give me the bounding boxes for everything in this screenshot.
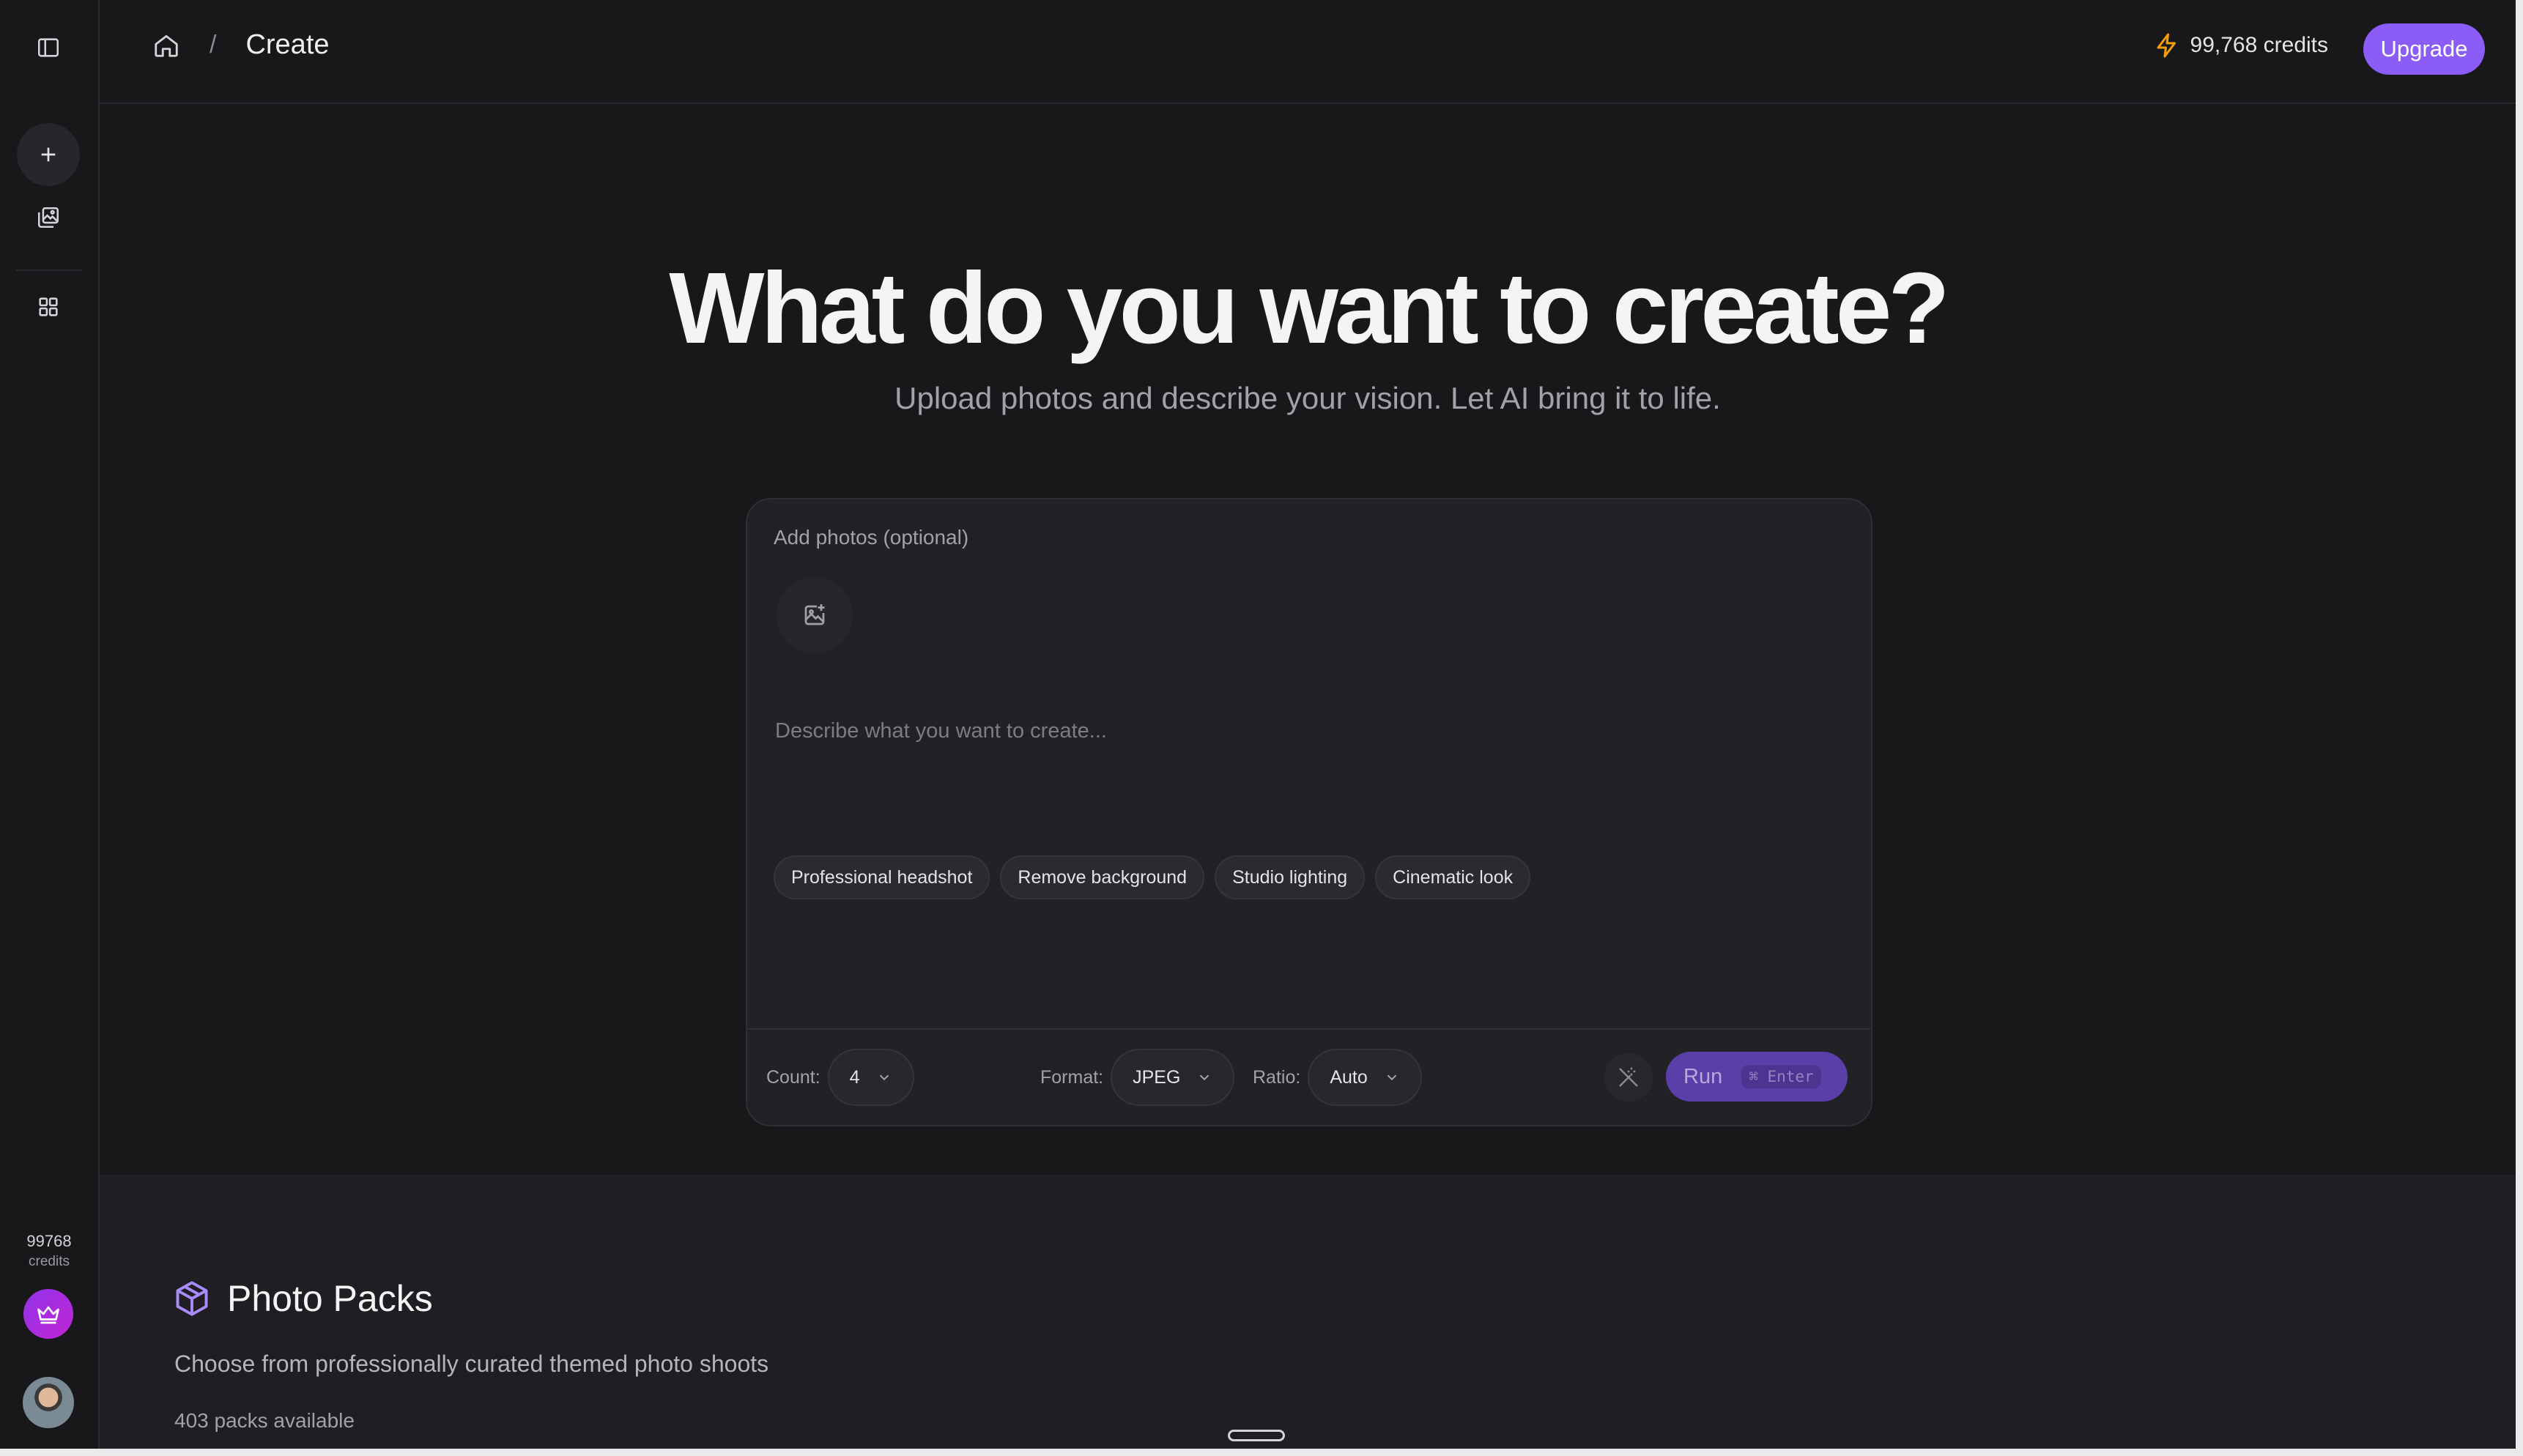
chip-cinematic-look[interactable]: Cinematic look <box>1375 855 1531 899</box>
run-shortcut: ⌘ Enter <box>1741 1065 1821 1088</box>
sidebar-toggle-button[interactable] <box>17 16 80 79</box>
format-label: Format: <box>1040 1066 1104 1088</box>
breadcrumb: / Create <box>152 29 330 61</box>
count-label: Count: <box>766 1066 820 1088</box>
home-icon[interactable] <box>152 31 180 59</box>
chip-studio-lighting[interactable]: Studio lighting <box>1215 855 1366 899</box>
chevron-down-icon <box>1200 1074 1209 1081</box>
ratio-value: Auto <box>1330 1066 1368 1088</box>
composer-footer: Count: 4 Format: JPEG Ratio: Auto Run ⌘ … <box>747 1028 1871 1125</box>
page-title: What do you want to create? <box>669 252 1949 365</box>
photo-packs-subtitle: Choose from professionally curated theme… <box>174 1351 769 1377</box>
main-content: What do you want to create? Upload photo… <box>100 104 2516 1175</box>
ratio-select[interactable]: Auto <box>1308 1049 1422 1106</box>
format-option: Format: JPEG <box>1040 1049 1235 1106</box>
images-icon <box>37 207 59 229</box>
count-select[interactable]: 4 <box>827 1049 914 1106</box>
package-icon <box>176 1281 208 1316</box>
lightning-icon <box>2157 33 2176 58</box>
gallery-button[interactable] <box>17 186 80 249</box>
credits-display[interactable]: 99,768 credits <box>2154 32 2328 59</box>
ratio-label: Ratio: <box>1253 1066 1301 1088</box>
run-label: Run <box>1683 1064 1723 1088</box>
scroll-handle[interactable] <box>1228 1430 1285 1441</box>
chevron-down-icon <box>879 1074 889 1081</box>
credits-text: 99,768 credits <box>2190 33 2328 57</box>
apps-grid-button[interactable] <box>17 275 80 338</box>
run-button[interactable]: Run ⌘ Enter <box>1666 1052 1848 1102</box>
plus-icon <box>41 147 56 162</box>
sidebar-credits: 99768 credits <box>0 1230 98 1271</box>
count-value: 4 <box>849 1066 860 1088</box>
image-plus-icon <box>804 604 825 625</box>
chip-professional-headshot[interactable]: Professional headshot <box>774 855 990 899</box>
ratio-option: Ratio: Auto <box>1253 1049 1422 1106</box>
sidebar: 99768 credits <box>0 0 100 1449</box>
suggestion-chips: Professional headshot Remove background … <box>774 855 1531 899</box>
photo-packs-count: 403 packs available <box>174 1409 355 1432</box>
photo-packs-section: Photo Packs Choose from professionally c… <box>100 1175 2516 1449</box>
grid-icon <box>39 297 58 316</box>
new-create-button[interactable] <box>17 123 80 186</box>
add-photos-label: Add photos (optional) <box>774 526 969 549</box>
breadcrumb-current: Create <box>245 29 330 60</box>
prompt-input[interactable] <box>774 718 1846 831</box>
sidebar-panel-icon <box>37 38 59 57</box>
sidebar-credits-number: 99768 <box>26 1232 72 1250</box>
top-bar: / Create 99,768 credits Upgrade <box>100 0 2516 104</box>
format-select[interactable]: JPEG <box>1111 1049 1235 1106</box>
chevron-down-icon <box>1387 1074 1396 1081</box>
page-subtitle: Upload photos and describe your vision. … <box>894 381 1721 415</box>
premium-button[interactable] <box>23 1289 73 1339</box>
format-value: JPEG <box>1133 1066 1181 1088</box>
chip-remove-background[interactable]: Remove background <box>1000 855 1205 899</box>
upgrade-button[interactable]: Upgrade <box>2363 23 2485 75</box>
sidebar-credits-label: credits <box>29 1254 70 1269</box>
enhance-prompt-button[interactable] <box>1604 1053 1653 1102</box>
create-composer: Add photos (optional) Professional heads… <box>746 498 1872 1126</box>
crown-icon <box>37 1306 59 1324</box>
add-photo-button[interactable] <box>777 577 853 653</box>
photo-packs-title: Photo Packs <box>227 1278 433 1319</box>
window-edge-right <box>2516 0 2523 1456</box>
sidebar-divider <box>16 270 82 271</box>
photo-packs-header: Photo Packs <box>173 1277 433 1320</box>
magic-wand-off-icon <box>1619 1067 1638 1087</box>
user-avatar[interactable] <box>23 1377 74 1428</box>
count-option: Count: 4 <box>766 1049 914 1106</box>
window-edge-bottom <box>0 1449 2523 1456</box>
breadcrumb-separator: / <box>210 31 217 59</box>
